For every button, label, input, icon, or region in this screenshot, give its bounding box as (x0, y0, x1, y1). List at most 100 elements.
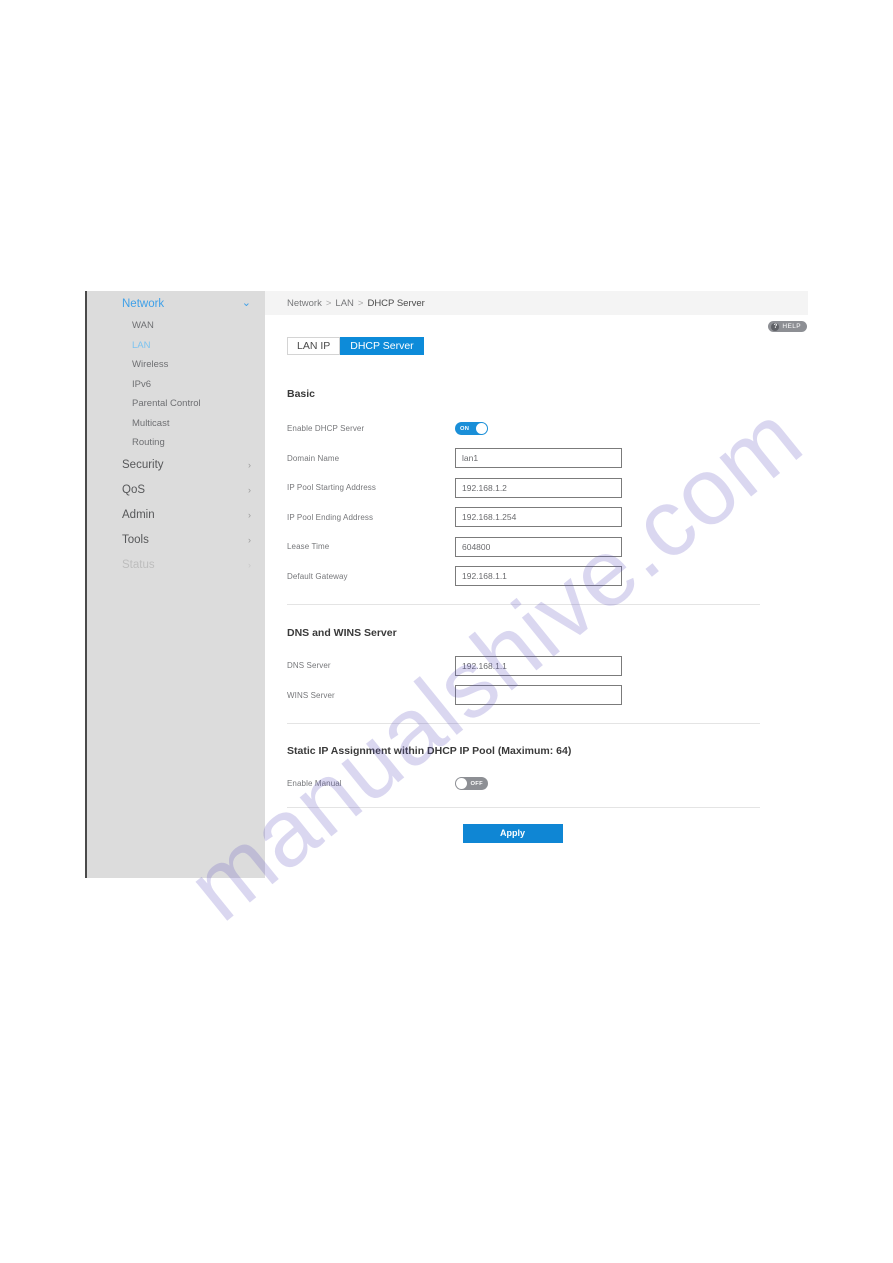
sidebar-group-network: Network ⌄ WAN LAN Wireless IPv6 Parental Contr… (87, 291, 265, 453)
field-row: Enable DHCP Server ON (287, 414, 760, 444)
field-label-wins-server: WINS Server (287, 690, 335, 700)
field-row: Enable Manual OFF (287, 769, 760, 799)
field-row: Lease Time (287, 532, 760, 562)
field-row: Domain Name (287, 444, 760, 474)
breadcrumb-separator: > (325, 297, 332, 309)
dns-wins-fields: DNS Server WINS Server (287, 651, 760, 710)
chevron-right-icon: › (248, 534, 251, 545)
help-button[interactable]: ? HELP (768, 321, 807, 332)
toggle-knob (456, 778, 467, 790)
field-label-lease-time: Lease Time (287, 542, 330, 552)
input-default-gateway[interactable] (455, 566, 622, 587)
section-title-basic: Basic (287, 388, 316, 400)
sidebar-item-routing[interactable]: Routing (87, 433, 265, 453)
sidebar-group-admin: Admin › (87, 503, 265, 528)
sidebar-item-label: Network (122, 297, 165, 310)
apply-row: Apply (265, 823, 738, 843)
sidebar-item-qos[interactable]: QoS › (87, 478, 265, 503)
apply-button[interactable]: Apply (462, 823, 563, 843)
toggle-enable-dhcp-server[interactable]: ON (455, 422, 488, 436)
sidebar-item-wan[interactable]: WAN (87, 316, 265, 336)
static-ip-fields: Enable Manual OFF (287, 769, 760, 799)
divider-1 (287, 604, 760, 605)
content-panel: Network > LAN > DHCP Server ? HELP LAN IP DHC… (265, 291, 808, 878)
input-domain-name[interactable] (455, 448, 622, 469)
chevron-right-icon: › (248, 509, 251, 520)
toggle-state-label: OFF (470, 780, 483, 787)
sidebar-navigation: Network ⌄ WAN LAN Wireless IPv6 Parental Contr… (85, 291, 265, 878)
sidebar-item-parental-control[interactable]: Parental Control (87, 394, 265, 414)
sidebar-item-label: QoS (122, 484, 146, 496)
breadcrumb-item-dhcp-server: DHCP Server (367, 297, 425, 309)
sidebar-item-tools[interactable]: Tools › (87, 528, 265, 553)
input-ip-pool-starting-address[interactable] (455, 477, 622, 498)
sidebar-subitem-label: Multicast (132, 417, 170, 429)
tab-lan-ip[interactable]: LAN IP (287, 337, 341, 355)
sidebar-group-security: Security › (87, 453, 265, 478)
sidebar-subitem-label: WAN (132, 320, 154, 332)
breadcrumb-item-network[interactable]: Network (287, 298, 322, 309)
sidebar-item-ipv6[interactable]: IPv6 (87, 375, 265, 395)
sidebar-item-network[interactable]: Network ⌄ (87, 291, 265, 316)
sidebar-menu: Network ⌄ WAN LAN Wireless IPv6 Parental Contr… (87, 291, 265, 578)
sidebar-item-label: Security (122, 459, 164, 471)
toggle-knob (476, 423, 487, 435)
field-label-domain-name: Domain Name (287, 453, 340, 463)
sidebar-subitem-label: LAN (132, 339, 151, 351)
field-label-ip-pool-ending-address: IP Pool Ending Address (287, 512, 374, 522)
section-static-ip: Static IP Assignment within DHCP IP Pool… (287, 745, 760, 799)
input-ip-pool-ending-address[interactable] (455, 507, 622, 528)
tab-dhcp-server[interactable]: DHCP Server (340, 337, 424, 355)
field-row: WINS Server (287, 681, 760, 711)
field-row: IP Pool Starting Address (287, 473, 760, 503)
input-lease-time[interactable] (455, 536, 622, 557)
sidebar-item-status[interactable]: Status › (87, 553, 265, 578)
question-mark-icon: ? (771, 322, 780, 331)
field-row: Default Gateway (287, 562, 760, 592)
field-row: IP Pool Ending Address (287, 503, 760, 533)
router-admin-page: Network ⌄ WAN LAN Wireless IPv6 Parental Contr… (85, 291, 808, 878)
sidebar-item-security[interactable]: Security › (87, 453, 265, 478)
field-label-dns-server: DNS Server (287, 661, 331, 671)
help-button-label: HELP (782, 323, 801, 330)
sidebar-item-label: Status (122, 559, 155, 571)
toggle-state-label: ON (460, 425, 470, 432)
field-label-enable-manual: Enable Manual (287, 779, 342, 789)
sidebar-group-qos: QoS › (87, 478, 265, 503)
section-title-dns-wins: DNS and WINS Server (287, 627, 397, 639)
section-title-static-ip: Static IP Assignment within DHCP IP Pool… (287, 745, 572, 757)
sidebar-group-status: Status › (87, 553, 265, 578)
breadcrumb-item-lan[interactable]: LAN (335, 298, 353, 309)
chevron-right-icon: › (248, 559, 251, 570)
sidebar-subitem-label: Parental Control (132, 398, 201, 410)
sidebar-group-tools: Tools › (87, 528, 265, 553)
sidebar-item-lan[interactable]: LAN (87, 336, 265, 356)
chevron-right-icon: › (248, 459, 251, 470)
section-dns-wins: DNS and WINS Server DNS Server WINS Serve… (287, 627, 760, 710)
tab-bar: LAN IP DHCP Server (287, 337, 808, 355)
sidebar-subitem-label: IPv6 (132, 378, 152, 390)
field-label-default-gateway: Default Gateway (287, 571, 348, 581)
chevron-down-icon: ⌄ (241, 297, 251, 309)
sidebar-item-wireless[interactable]: Wireless (87, 355, 265, 375)
sidebar-subitem-label: Wireless (132, 359, 169, 371)
input-dns-server[interactable] (455, 655, 622, 676)
field-label-ip-pool-starting-address: IP Pool Starting Address (287, 483, 376, 493)
divider-2 (287, 723, 760, 724)
divider-3 (287, 806, 760, 808)
sidebar-item-label: Admin (122, 509, 155, 521)
tab-label: LAN IP (297, 340, 331, 352)
breadcrumb: Network > LAN > DHCP Server (265, 291, 808, 315)
sidebar-item-multicast[interactable]: Multicast (87, 414, 265, 434)
help-row: ? HELP (265, 315, 808, 337)
sidebar-subitem-label: Routing (132, 437, 165, 449)
toggle-enable-manual[interactable]: OFF (455, 777, 488, 791)
input-wins-server[interactable] (455, 685, 622, 706)
breadcrumb-separator: > (357, 297, 364, 309)
field-label-enable-dhcp-server: Enable DHCP Server (287, 424, 365, 434)
sidebar-item-admin[interactable]: Admin › (87, 503, 265, 528)
section-basic: Basic Enable DHCP Server ON Domain Name IP … (287, 388, 760, 591)
tab-label: DHCP Server (350, 340, 414, 352)
sidebar-item-label: Tools (122, 534, 149, 546)
chevron-right-icon: › (248, 484, 251, 495)
